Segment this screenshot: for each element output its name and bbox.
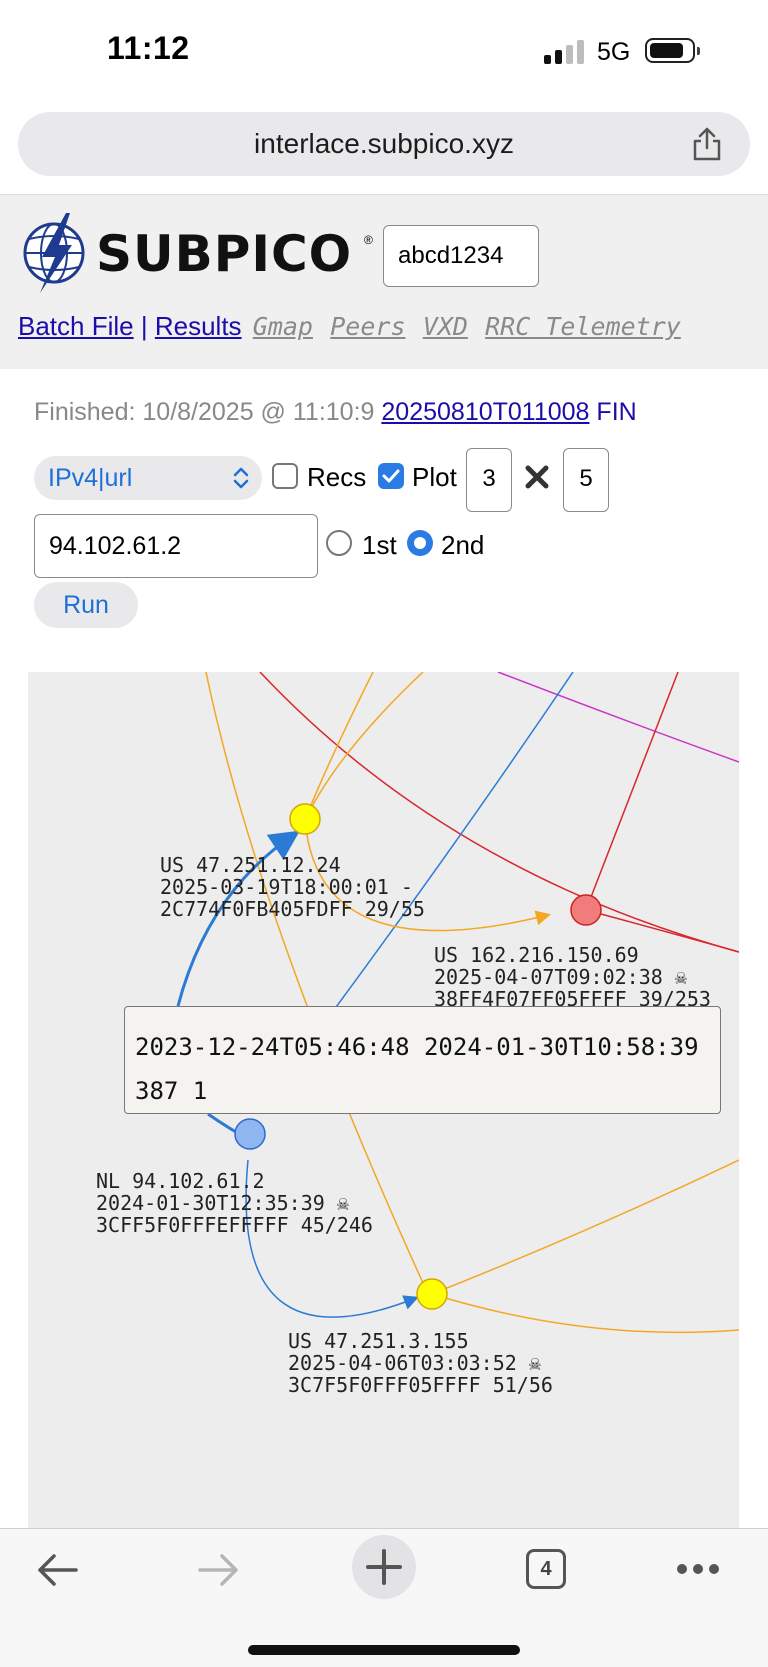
edge-line (431, 1159, 739, 1295)
edge-tooltip: 2023-12-24T05:46:48 2024-01-30T10:58:39 … (124, 1006, 721, 1114)
forward-icon[interactable] (198, 1553, 240, 1587)
finished-label: Finished: 10/8/2025 @ 11:10:9 (34, 398, 375, 426)
radio-2nd-label: 2nd (441, 530, 485, 560)
node-label: US 47.251.3.155 2025-04-06T03:03:52 ☠ 3C7F… (288, 1329, 553, 1397)
nav-vxd-link[interactable]: VXD (423, 312, 468, 341)
nav-batch-file-link[interactable]: Batch File (18, 311, 134, 341)
edge-line (431, 1293, 739, 1334)
times-icon (525, 465, 549, 489)
plot-rows-input[interactable]: 3 (466, 448, 512, 512)
node-label: US 47.251.12.24 2025-03-19T18:00:01 -2C77… (160, 853, 425, 921)
recs-checkbox[interactable] (272, 463, 298, 489)
map-node-yellow (289, 803, 321, 835)
checkmark-icon (382, 469, 400, 483)
session-id-input[interactable] (383, 225, 539, 287)
map-node-red (570, 894, 602, 926)
radio-1st-label: 1st (362, 530, 397, 560)
globe-lightning-logo-icon (23, 213, 85, 293)
status-time: 11:12 (107, 30, 190, 66)
signal-icon (544, 40, 588, 64)
tabs-button[interactable]: 4 (526, 1549, 566, 1589)
radio-1st[interactable] (326, 530, 352, 556)
site-header: SUBPICO ® Batch File | Results Gmap Peer… (0, 194, 768, 369)
recs-label: Recs (307, 462, 367, 492)
map-node-blue (234, 1118, 266, 1150)
battery-icon (645, 38, 700, 63)
nav-separator: | (140, 311, 148, 341)
logo-registered-mark: ® (364, 233, 373, 247)
url-text: interlace.subpico.xyz (254, 128, 514, 159)
network-type: 5G (597, 38, 631, 66)
run-button[interactable]: Run (34, 582, 138, 628)
new-tab-button[interactable] (352, 1535, 416, 1599)
chevron-updown-icon (233, 467, 249, 489)
plot-cols-input[interactable]: 5 (563, 448, 609, 512)
plot-checkbox[interactable] (378, 463, 404, 489)
tooltip-line-2: 387 1 (135, 1077, 208, 1105)
nav-gmap-link[interactable]: Gmap (253, 312, 313, 341)
back-icon[interactable] (36, 1553, 78, 1587)
query-type-value: IPv4|url (48, 464, 133, 492)
nav-rrc-telemetry-link[interactable]: RRC Telemetry (485, 312, 681, 341)
nav-results-link[interactable]: Results (155, 311, 242, 341)
node-label: US 162.216.150.69 2025-04-07T09:02:38 ☠ 38… (434, 943, 711, 1011)
browser-toolbar: 4 (0, 1528, 768, 1667)
edge-line (497, 672, 739, 763)
ip-input[interactable] (34, 514, 318, 578)
radio-2nd[interactable] (407, 530, 433, 556)
nav-peers-link[interactable]: Peers (330, 312, 405, 341)
tooltip-line-1: 2023-12-24T05:46:48 2024-01-30T10:58:39 (135, 1033, 699, 1061)
fin-label: FIN (596, 398, 637, 426)
plot-label: Plot (412, 462, 457, 492)
home-indicator (248, 1645, 520, 1655)
peer-map[interactable]: US 47.251.12.24 2025-03-19T18:00:01 -2C77… (28, 672, 739, 1528)
edge-line (585, 672, 679, 911)
node-label: NL 94.102.61.2 2024-01-30T12:35:39 ☠ 3CFF5… (96, 1169, 373, 1237)
map-node-yellow (416, 1278, 448, 1310)
more-icon[interactable] (676, 1563, 720, 1575)
run-id-link[interactable]: 20250810T011008 (381, 398, 589, 426)
nav-links: Batch File | Results Gmap Peers VXD RRC … (18, 311, 681, 342)
address-bar[interactable]: interlace.subpico.xyz (18, 112, 750, 176)
finished-status: Finished: 10/8/2025 @ 11:10:9 20250810T0… (34, 398, 637, 427)
share-icon[interactable] (690, 126, 724, 162)
logo-wordmark: SUBPICO (96, 225, 353, 283)
query-type-select[interactable]: IPv4|url (34, 456, 262, 500)
status-bar: 11:12 5G (0, 0, 768, 100)
plus-icon (366, 1549, 402, 1585)
